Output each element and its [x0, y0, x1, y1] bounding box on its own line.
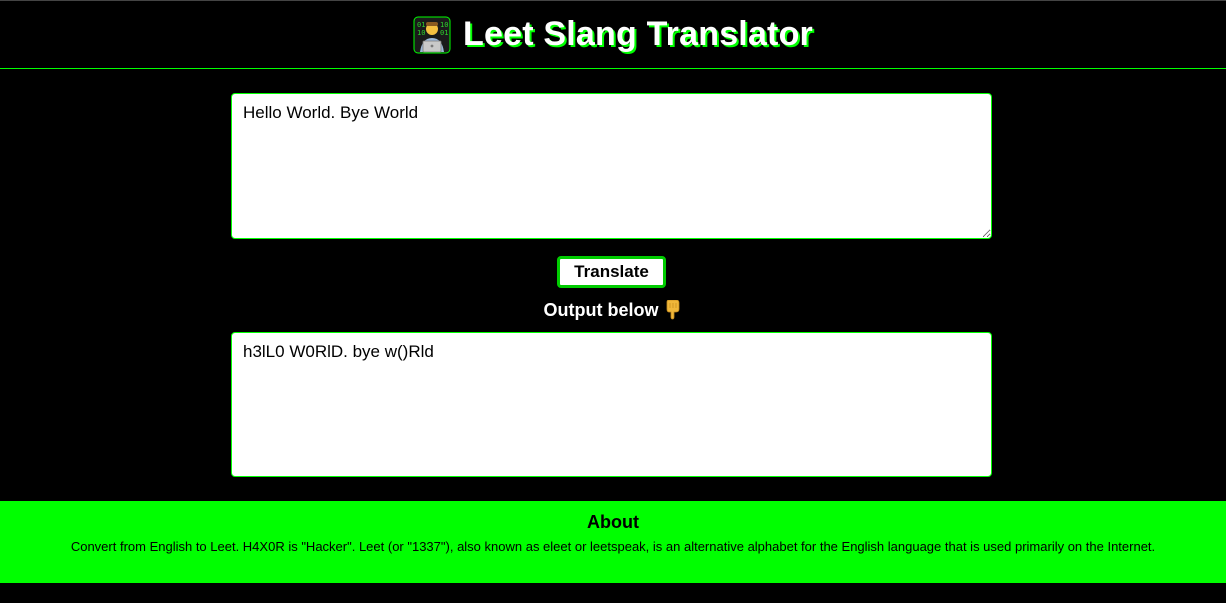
leet-output: h3lL0 W0RlD. bye w()Rld: [231, 332, 992, 477]
technologist-emoji-icon: 01 10 10 01: [413, 16, 451, 54]
translate-button[interactable]: Translate: [557, 256, 666, 288]
english-input[interactable]: Hello World. Bye World: [231, 93, 992, 239]
output-label-row: Output below: [0, 298, 1226, 322]
about-footer: About Convert from English to Leet. H4X0…: [0, 501, 1226, 583]
svg-text:01: 01: [440, 29, 448, 37]
svg-text:01: 01: [417, 21, 425, 29]
header: 01 10 10 01 Leet Slang Translator: [0, 0, 1226, 69]
pointing-down-emoji-icon: [664, 299, 682, 320]
about-text: Convert from English to Leet. H4X0R is "…: [70, 539, 1156, 554]
about-heading: About: [587, 512, 639, 532]
page: 01 10 10 01 Leet Slang Translator Hello …: [0, 0, 1226, 603]
app-title: Leet Slang Translator: [463, 15, 813, 53]
header-inner: 01 10 10 01 Leet Slang Translator: [413, 15, 813, 54]
svg-text:10: 10: [417, 29, 425, 37]
output-label: Output below: [543, 299, 659, 320]
svg-text:10: 10: [440, 21, 448, 29]
